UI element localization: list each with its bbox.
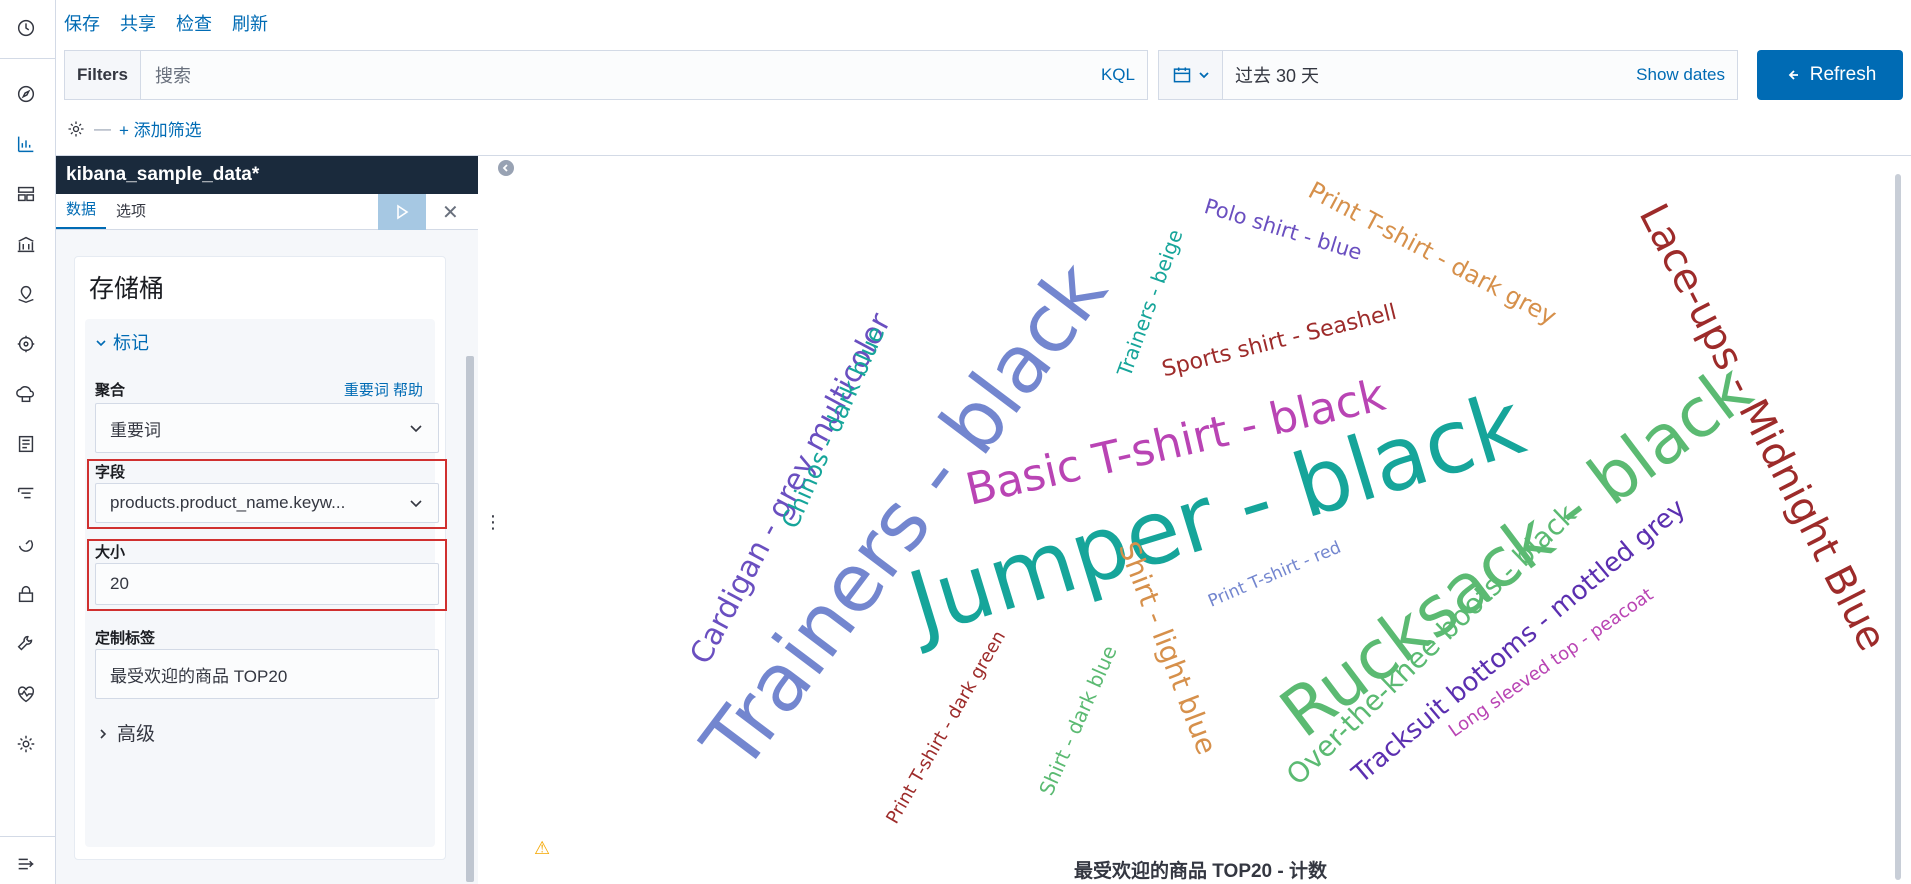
search-input[interactable]: 搜索 xyxy=(141,62,1101,88)
ml-icon[interactable] xyxy=(14,332,38,356)
size-label: 大小 xyxy=(95,544,126,561)
section-title: 存储桶 xyxy=(89,275,165,303)
editor-sidebar: kibana_sample_data* 数据 选项 ✕ 存储桶 标记 聚合 重要… xyxy=(56,156,478,884)
chevron-down-icon xyxy=(1198,72,1209,79)
date-range-text[interactable]: 过去 30 天 xyxy=(1223,62,1636,88)
uptime-icon[interactable] xyxy=(14,532,38,556)
advanced-toggle[interactable]: 高级 xyxy=(97,719,155,746)
maps-icon[interactable] xyxy=(14,282,38,306)
aggregation-label: 聚合 xyxy=(95,382,126,399)
show-dates-link[interactable]: Show dates xyxy=(1636,65,1737,85)
sidebar-scrollbar[interactable] xyxy=(466,356,474,882)
chart-caption: 最受欢迎的商品 TOP20 - 计数 xyxy=(1074,861,1328,882)
devtools-icon[interactable] xyxy=(14,632,38,656)
nav-rail xyxy=(0,0,56,884)
kql-toggle[interactable]: KQL xyxy=(1101,65,1147,85)
chevron-down-icon xyxy=(410,425,422,433)
calendar-button[interactable] xyxy=(1159,51,1223,99)
index-pattern-title: kibana_sample_data* xyxy=(56,156,478,194)
aggregation-select[interactable]: 重要词 xyxy=(95,403,439,453)
field-select[interactable]: products.product_name.keyw... xyxy=(95,483,439,523)
field-label: 字段 xyxy=(95,464,126,481)
tab-options[interactable]: 选项 xyxy=(106,200,156,229)
refresh-icon xyxy=(1788,70,1798,80)
chevron-down-icon xyxy=(96,340,106,347)
infra-icon[interactable] xyxy=(14,382,38,406)
apm-icon[interactable] xyxy=(14,482,38,506)
siem-icon[interactable] xyxy=(14,582,38,606)
close-icon[interactable]: ✕ xyxy=(442,200,459,225)
chevron-right-icon xyxy=(100,729,107,739)
bucket-tags: 标记 聚合 重要词 帮助 重要词 字段 products.product_nam… xyxy=(85,319,447,847)
custom-label-input[interactable]: 最受欢迎的商品 TOP20 xyxy=(95,649,439,699)
tag-cloud-word[interactable]: Shirt - dark blue xyxy=(1034,642,1122,799)
top-menu: 保存 共享 检查 刷新 xyxy=(64,10,268,36)
chart-scrollbar[interactable] xyxy=(1895,174,1901,880)
resize-handle[interactable]: ⋮ xyxy=(484,512,502,533)
monitoring-icon[interactable] xyxy=(14,682,38,706)
clock-icon[interactable] xyxy=(14,16,38,40)
apply-button[interactable] xyxy=(378,194,426,230)
custom-label-label: 定制标签 xyxy=(95,630,156,647)
dashboard-icon[interactable] xyxy=(14,182,38,206)
date-picker: 过去 30 天 Show dates xyxy=(1158,50,1738,100)
refresh-label: Refresh xyxy=(1809,64,1877,85)
divider-dash: — xyxy=(94,118,111,138)
add-filter-link[interactable]: + 添加筛选 xyxy=(119,116,202,141)
collapse-nav-icon[interactable] xyxy=(14,852,38,876)
share-link[interactable]: 共享 xyxy=(120,10,156,36)
logs-icon[interactable] xyxy=(14,432,38,456)
editor-tabs: 数据 选项 ✕ xyxy=(56,194,478,230)
refresh-button[interactable]: Refresh xyxy=(1757,50,1903,100)
canvas-icon[interactable] xyxy=(14,232,38,256)
inspect-link[interactable]: 检查 xyxy=(176,10,212,36)
refresh-link[interactable]: 刷新 xyxy=(232,10,268,36)
save-link[interactable]: 保存 xyxy=(64,10,100,36)
chevron-down-icon xyxy=(410,500,422,508)
tag-cloud-word[interactable]: Sports shirt - Seashell xyxy=(1160,300,1400,383)
warning-icon[interactable]: ⚠ xyxy=(534,838,550,859)
filter-row: — + 添加筛选 xyxy=(66,116,202,141)
chevron-left-icon xyxy=(502,164,508,172)
accordion-tags[interactable]: 标记 xyxy=(95,329,149,355)
gear-icon[interactable] xyxy=(14,732,38,756)
size-input[interactable]: 20 xyxy=(95,563,439,605)
collapse-sidebar-button[interactable] xyxy=(498,160,514,176)
visualize-icon[interactable] xyxy=(14,132,38,156)
query-bar: Filters 搜索 KQL xyxy=(64,50,1148,100)
compass-icon[interactable] xyxy=(14,82,38,106)
aggregation-help-link[interactable]: 重要词 帮助 xyxy=(344,379,423,400)
calendar-icon xyxy=(1173,67,1190,83)
tag-cloud-word[interactable]: Print T-shirt - dark green xyxy=(882,627,1010,827)
buckets-panel: 存储桶 标记 聚合 重要词 帮助 重要词 字段 products.product… xyxy=(74,256,447,860)
play-icon xyxy=(397,204,409,220)
tab-data[interactable]: 数据 xyxy=(56,198,107,229)
gear-icon[interactable] xyxy=(66,119,86,139)
filters-label: Filters xyxy=(65,51,141,99)
